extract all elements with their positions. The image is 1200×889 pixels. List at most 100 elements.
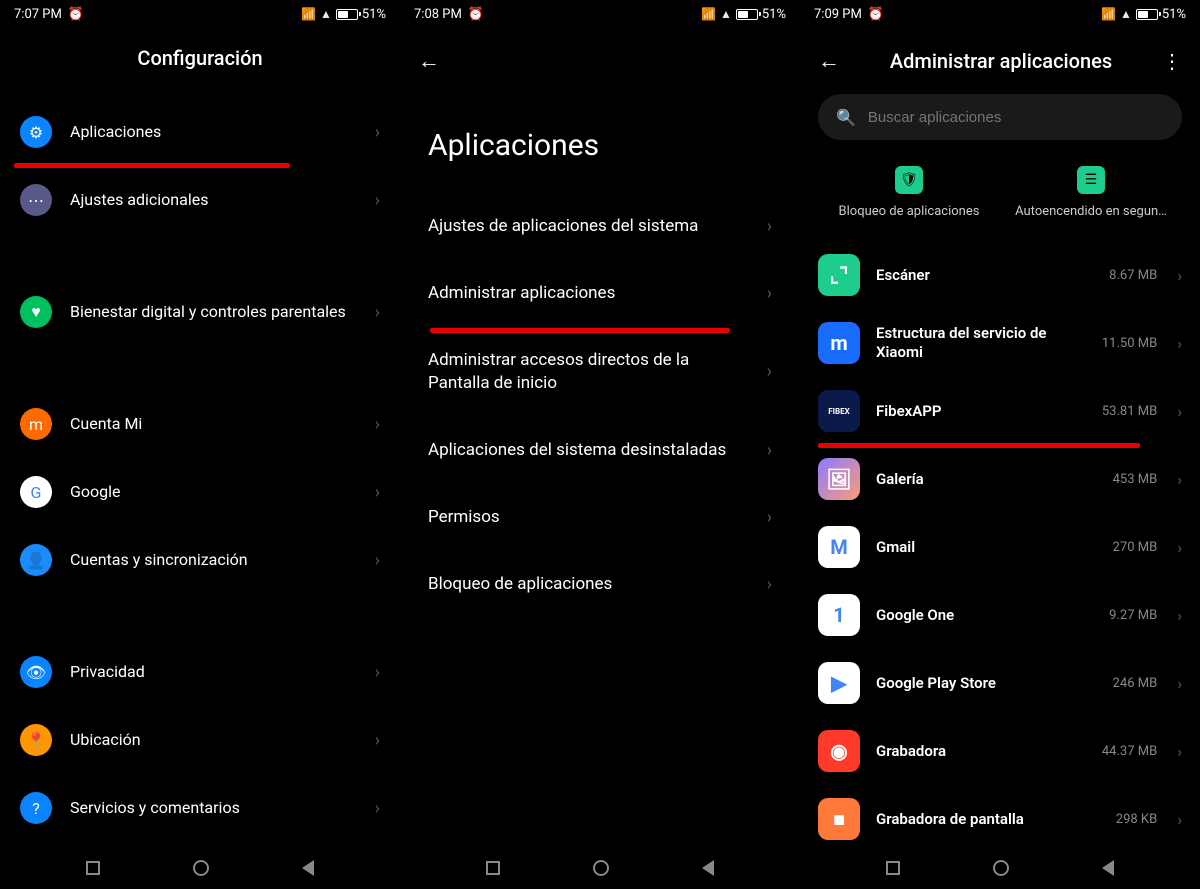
status-bar: 7:08 PM ⏰ 📶 ▲ 51% [400, 0, 800, 28]
apps-menu-item-3[interactable]: Aplicaciones del sistema desinstaladas› [400, 417, 800, 484]
settings-item-g3-0[interactable]: m Cuenta Mi › [0, 390, 400, 458]
app-row-7[interactable]: ◉Grabadora44.37 MB› [800, 717, 1200, 785]
apps-menu-item-0[interactable]: Ajustes de aplicaciones del sistema› [400, 193, 800, 260]
app-icon: ⌞⌝ [818, 254, 860, 296]
app-row-5[interactable]: 1Google One9.27 MB› [800, 581, 1200, 649]
settings-item-label: Cuenta Mi [70, 413, 357, 435]
quick-action-icon: 🛡 [895, 166, 923, 194]
app-row-8[interactable]: ■Grabadora de pantalla298 KB› [800, 785, 1200, 847]
settings-item-g1-0[interactable]: ⚙ Aplicaciones › [0, 98, 400, 166]
back-button[interactable]: ← [418, 48, 440, 74]
settings-item-g4-1[interactable]: 📍Ubicación› [0, 706, 400, 774]
app-icon: 🖼 [818, 458, 860, 500]
settings-item-label: Ajustes adicionales [70, 189, 357, 211]
page-header: ← [400, 28, 800, 88]
wifi-icon: ▲ [320, 7, 332, 21]
apps-menu-item-4[interactable]: Permisos› [400, 484, 800, 551]
g1-1-icon: ⋯ [20, 184, 52, 216]
app-row-2[interactable]: FIBEXFibexAPP53.81 MB› [800, 377, 1200, 445]
nav-home[interactable] [193, 860, 209, 876]
chevron-right-icon: › [375, 730, 380, 751]
app-row-3[interactable]: 🖼Galería453 MB› [800, 445, 1200, 513]
app-name-label: Grabadora [876, 742, 1086, 761]
page-header: ← Administrar aplicaciones ⋮ [800, 28, 1200, 88]
search-input[interactable] [868, 109, 1164, 126]
page-title: Administrar aplicaciones [868, 49, 1134, 73]
nav-bar [400, 847, 800, 889]
status-time: 7:09 PM [814, 7, 862, 22]
search-bar[interactable]: 🔍 [818, 94, 1182, 140]
settings-item-g3-1[interactable]: GGoogle› [0, 458, 400, 526]
app-size-label: 8.67 MB [1109, 268, 1157, 283]
chevron-right-icon: › [375, 414, 380, 435]
status-bar: 7:07 PM ⏰ 📶 ▲ 51% [0, 0, 400, 28]
chevron-right-icon: › [375, 122, 380, 143]
nav-back[interactable] [302, 860, 314, 876]
chevron-right-icon: › [767, 216, 772, 237]
g3-0-icon: m [20, 408, 52, 440]
app-row-4[interactable]: MGmail270 MB› [800, 513, 1200, 581]
signal-icon: 📶 [301, 7, 316, 21]
app-size-label: 44.37 MB [1102, 744, 1157, 759]
app-name-label: Estructura del servicio de Xiaomi [876, 324, 1086, 362]
nav-recents[interactable] [886, 861, 900, 875]
chevron-right-icon: › [375, 302, 380, 323]
app-row-6[interactable]: ▶Google Play Store246 MB› [800, 649, 1200, 717]
app-icon: M [818, 526, 860, 568]
chevron-right-icon: › [1177, 606, 1182, 625]
apps-menu-item-5[interactable]: Bloqueo de aplicaciones › [400, 551, 800, 618]
settings-panel: 7:07 PM ⏰ 📶 ▲ 51% Configuración ⚙ Aplicac… [0, 0, 400, 889]
app-icon: ▶ [818, 662, 860, 704]
nav-back[interactable] [702, 860, 714, 876]
menu-item-label: Bloqueo de aplicaciones [428, 573, 749, 596]
app-name-label: Galería [876, 470, 1097, 489]
app-list: ⌞⌝Escáner8.67 MB›mEstructura del servici… [800, 241, 1200, 847]
chevron-right-icon: › [1177, 266, 1182, 285]
quick-actions: 🛡 Bloqueo de aplicaciones ☰Autoencendido e… [800, 158, 1200, 241]
chevron-right-icon: › [1177, 470, 1182, 489]
battery-icon [1136, 9, 1158, 20]
menu-item-label: Aplicaciones del sistema desinstaladas [428, 439, 749, 462]
settings-item-label: Bienestar digital y controles parentales [70, 301, 357, 323]
settings-item-label: Google [70, 481, 357, 503]
app-size-label: 246 MB [1113, 676, 1158, 691]
battery-pct: 51% [362, 7, 386, 22]
quick-action-1[interactable]: ☰Autoencendido en segun… [1004, 166, 1179, 219]
nav-recents[interactable] [86, 861, 100, 875]
nav-home[interactable] [593, 860, 609, 876]
chevron-right-icon: › [767, 283, 772, 304]
chevron-right-icon: › [767, 574, 772, 595]
app-row-1[interactable]: mEstructura del servicio de Xiaomi11.50 … [800, 309, 1200, 377]
settings-item-g2-0[interactable]: ♥Bienestar digital y controles parentale… [0, 278, 400, 346]
app-icon: ■ [818, 798, 860, 840]
page-title: Configuración [20, 46, 380, 70]
quick-action-0[interactable]: 🛡 Bloqueo de aplicaciones [822, 166, 997, 219]
settings-item-label: Aplicaciones [70, 121, 357, 143]
g4-2-icon: ? [20, 792, 52, 824]
app-icon: ◉ [818, 730, 860, 772]
apps-menu-item-2[interactable]: Administrar accesos directos de la Panta… [400, 327, 800, 417]
nav-bar [0, 847, 400, 889]
quick-action-label: Bloqueo de aplicaciones [839, 204, 980, 219]
nav-recents[interactable] [486, 861, 500, 875]
chevron-right-icon: › [1177, 810, 1182, 829]
page-header: Configuración [0, 28, 400, 98]
settings-item-g1-1[interactable]: ⋯Ajustes adicionales› [0, 166, 400, 234]
settings-item-g3-2[interactable]: 👤Cuentas y sincronización› [0, 526, 400, 594]
settings-item-g4-0[interactable]: 👁Privacidad› [0, 638, 400, 706]
app-size-label: 9.27 MB [1109, 608, 1157, 623]
status-time: 7:07 PM [14, 7, 62, 22]
app-row-0[interactable]: ⌞⌝Escáner8.67 MB› [800, 241, 1200, 309]
alarm-icon: ⏰ [468, 7, 484, 22]
more-menu-icon[interactable]: ⋮ [1162, 49, 1182, 73]
g3-2-icon: 👤 [20, 544, 52, 576]
g1-0-icon: ⚙ [20, 116, 52, 148]
nav-home[interactable] [993, 860, 1009, 876]
signal-icon: 📶 [1101, 7, 1116, 21]
battery-pct: 51% [1162, 7, 1186, 22]
nav-back[interactable] [1102, 860, 1114, 876]
back-button[interactable]: ← [818, 48, 840, 74]
settings-item-g4-2[interactable]: ?Servicios y comentarios› [0, 774, 400, 842]
chevron-right-icon: › [1177, 674, 1182, 693]
apps-menu-item-1[interactable]: Administrar aplicaciones› [400, 260, 800, 327]
